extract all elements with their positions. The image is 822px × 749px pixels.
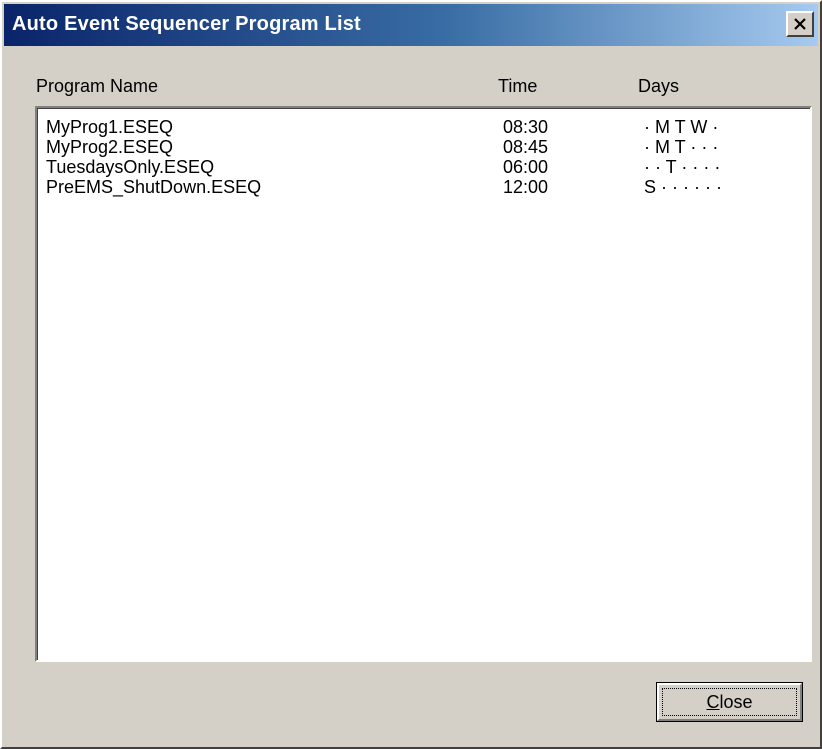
program-name: MyProg1.ESEQ bbox=[46, 117, 174, 137]
close-button-label-rest: lose bbox=[719, 692, 753, 712]
dialog-window: Auto Event Sequencer Program List Progra… bbox=[0, 0, 822, 749]
program-time: 08:45 bbox=[503, 137, 549, 157]
list-item[interactable]: TuesdaysOnly.ESEQ 06:00 · · T · · · · bbox=[38, 157, 810, 177]
close-button[interactable]: Close bbox=[656, 682, 803, 722]
close-button-mnemonic: C bbox=[706, 692, 720, 712]
column-header-program-name: Program Name bbox=[36, 76, 159, 96]
program-time: 12:00 bbox=[503, 177, 549, 197]
title-bar[interactable]: Auto Event Sequencer Program List bbox=[4, 4, 818, 46]
program-name: MyProg2.ESEQ bbox=[46, 137, 174, 157]
program-days: · M T W · bbox=[644, 117, 719, 137]
window-title: Auto Event Sequencer Program List bbox=[12, 13, 361, 35]
program-list-inner: MyProg1.ESEQ 08:30 · M T W · MyProg2.ESE… bbox=[37, 108, 810, 660]
program-time: 08:30 bbox=[503, 117, 549, 137]
column-header-days: Days bbox=[638, 76, 680, 96]
column-header-time: Time bbox=[498, 76, 538, 96]
list-item[interactable]: MyProg1.ESEQ 08:30 · M T W · bbox=[38, 117, 810, 137]
program-name: TuesdaysOnly.ESEQ bbox=[46, 157, 215, 177]
title-close-button[interactable] bbox=[786, 11, 814, 37]
close-button-label: Close bbox=[657, 692, 802, 713]
list-item[interactable]: MyProg2.ESEQ 08:45 · M T · · · bbox=[38, 137, 810, 157]
program-days: · M T · · · bbox=[644, 137, 719, 157]
program-list[interactable]: MyProg1.ESEQ 08:30 · M T W · MyProg2.ESE… bbox=[35, 106, 812, 662]
program-days: S · · · · · · bbox=[644, 177, 722, 197]
program-name: PreEMS_ShutDown.ESEQ bbox=[46, 177, 262, 197]
close-icon bbox=[794, 18, 806, 30]
list-item[interactable]: PreEMS_ShutDown.ESEQ 12:00 S · · · · · · bbox=[38, 177, 810, 197]
program-days: · · T · · · · bbox=[644, 157, 721, 177]
program-time: 06:00 bbox=[503, 157, 549, 177]
